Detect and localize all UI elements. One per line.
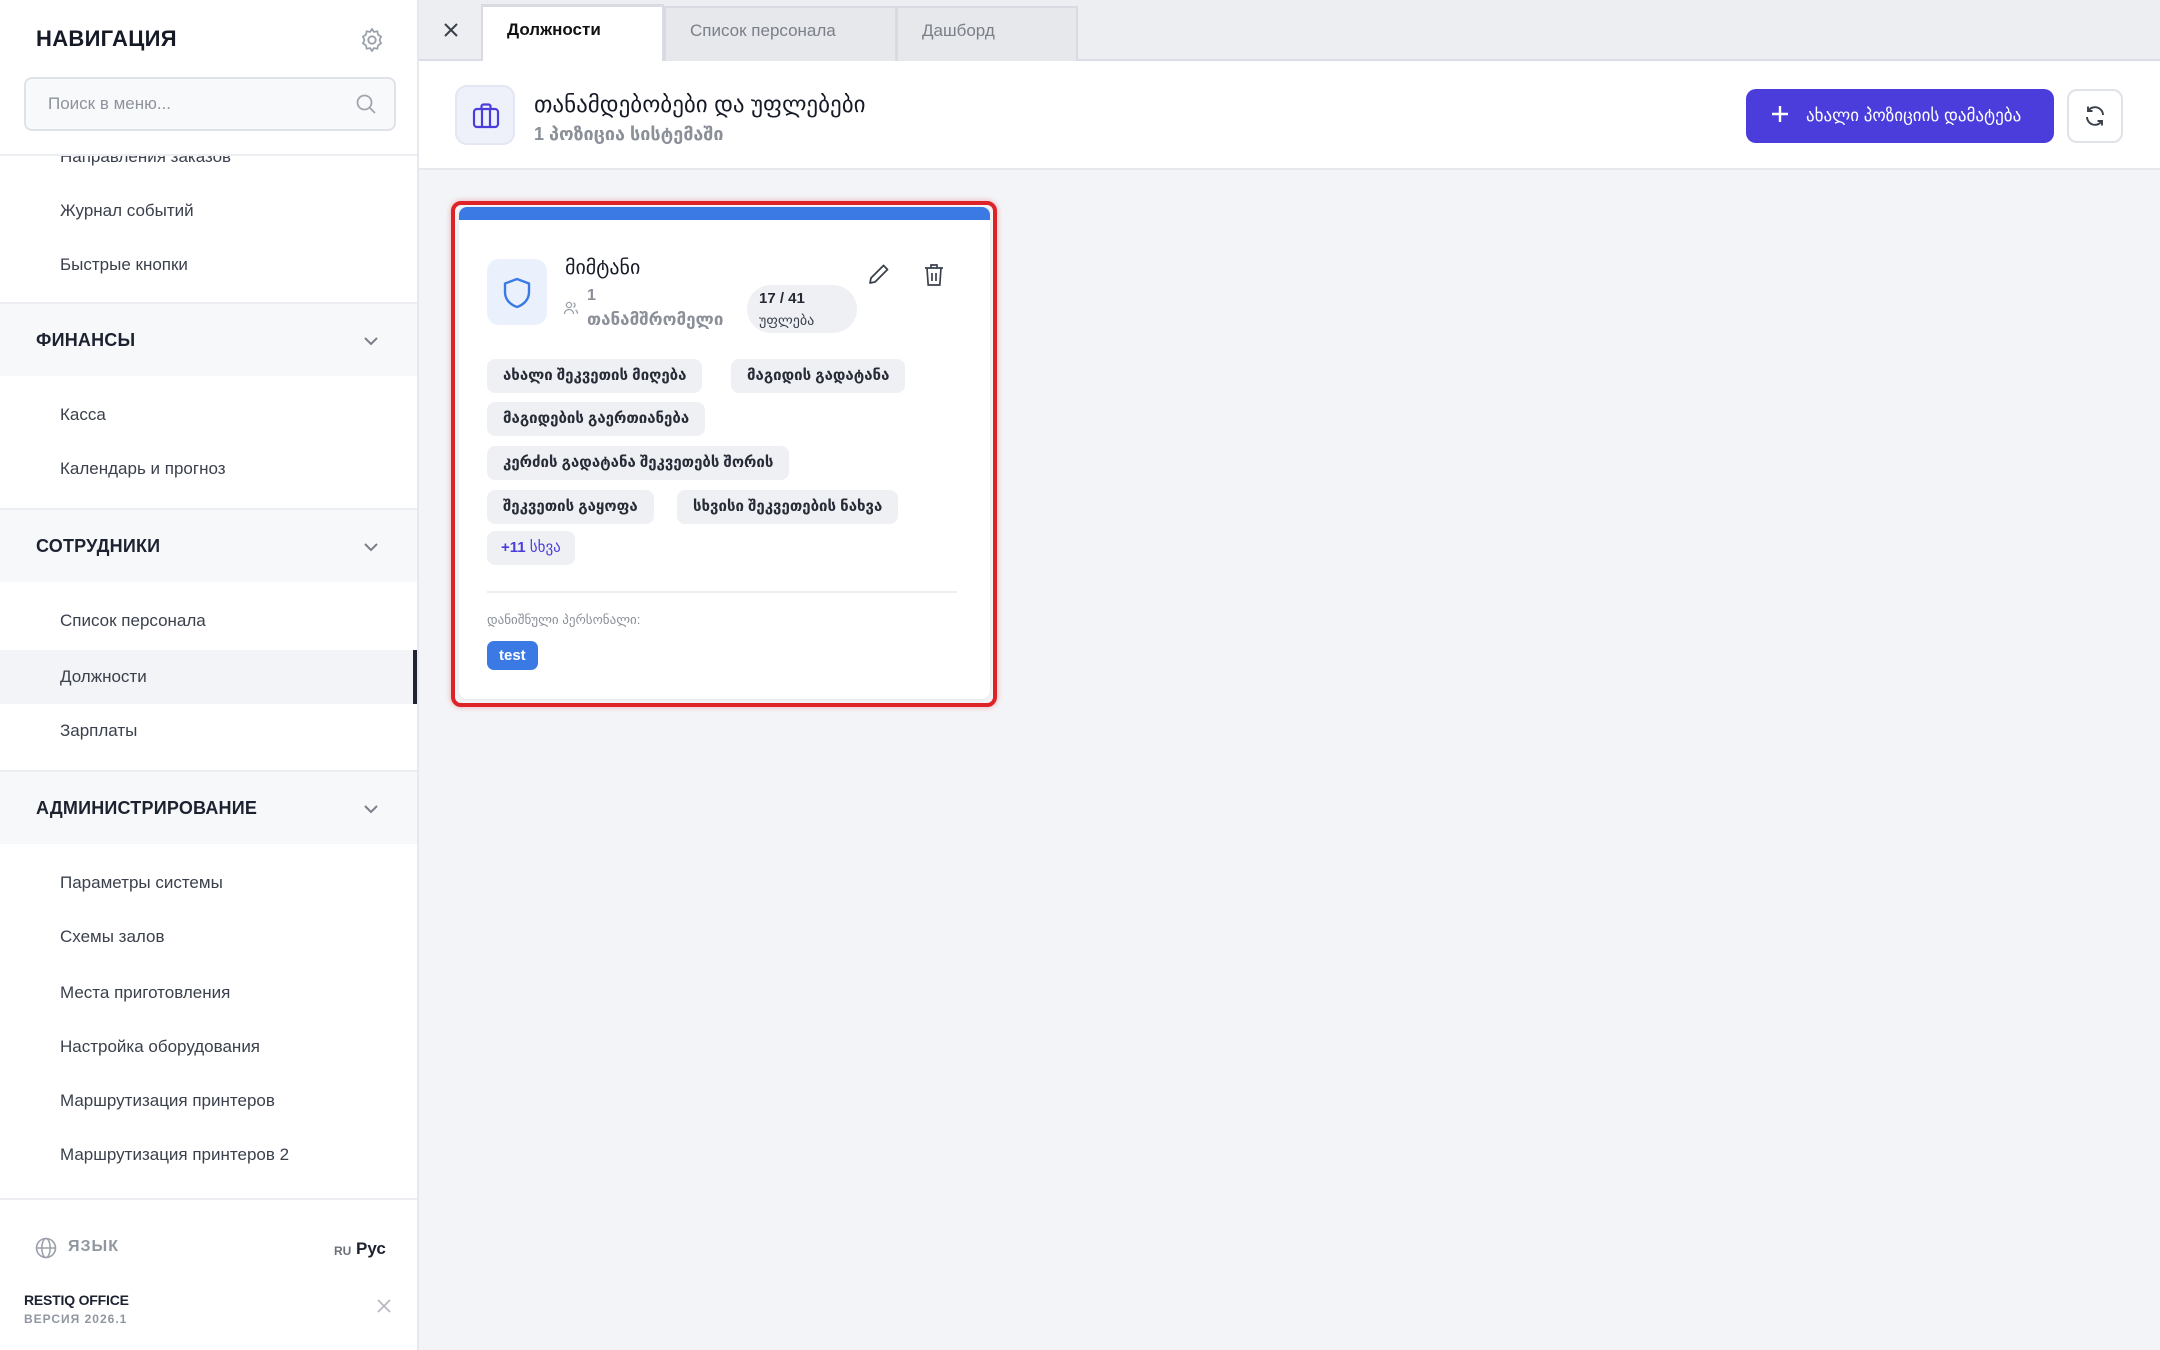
sidebar: Направления заказов Журнал событий Быстр…	[0, 0, 419, 1350]
sidebar-menu[interactable]: Направления заказов Журнал событий Быстр…	[0, 156, 417, 1198]
assigned-staff-label: დანიშნული პერსონალი:	[487, 612, 641, 627]
section-finance-label: ФИНАНСЫ	[36, 330, 136, 350]
sidebar-item-hall-schemes[interactable]: Схемы залов	[0, 910, 417, 964]
permission-chip: ახალი შეკვეთის მიღება	[487, 359, 703, 393]
brand-name: RESTIQ OFFICE	[24, 1292, 129, 1308]
refresh-icon	[2086, 106, 2104, 126]
plus-icon	[1772, 106, 1788, 122]
more-permissions-label: სხვა	[529, 539, 561, 556]
page-title: თანამდებობები და უფლებები	[534, 91, 866, 117]
employee-count: 1	[587, 287, 596, 304]
page-header: თანამდებობები და უფლებები 1 პოზიცია სისტ…	[419, 61, 2160, 170]
sidebar-item-staff-list[interactable]: Список персонала	[0, 594, 417, 648]
permission-chip: შეკვეთის გაყოფა	[487, 490, 654, 524]
search-icon	[356, 94, 376, 114]
tab-positions[interactable]: Должности	[481, 4, 664, 61]
version-label: ВЕРСИЯ 2026.1	[24, 1312, 128, 1326]
card-accent-bar	[459, 207, 990, 220]
sidebar-item-quick-buttons[interactable]: Быстрые кнопки	[0, 238, 417, 292]
add-position-label: ახალი პოზიციის დამატება	[1806, 106, 2022, 125]
position-card[interactable]: მიმტანი 1 თანამშრომელი 17 / 41 უფლება ახ…	[459, 207, 990, 699]
sidebar-footer: ЯЗЫК RU Рус RESTIQ OFFICE ВЕРСИЯ 2026.1	[0, 1198, 417, 1350]
globe-icon	[35, 1237, 57, 1259]
permissions-count: 17 / 41	[759, 290, 805, 307]
chevron-down-icon	[364, 805, 378, 814]
sidebar-header: НАВИГАЦИЯ	[0, 0, 417, 156]
section-administration[interactable]: АДМИНИСТРИРОВАНИЕ	[0, 770, 417, 844]
edit-icon[interactable]	[867, 262, 891, 286]
permission-chip: მაგიდების გაერთიანება	[487, 402, 706, 436]
chevron-down-icon	[364, 337, 378, 346]
close-icon[interactable]	[439, 18, 463, 42]
gear-icon[interactable]	[358, 26, 386, 54]
page-icon	[455, 85, 515, 145]
sidebar-item-event-log[interactable]: Журнал событий	[0, 184, 417, 238]
sidebar-item-equipment-setup[interactable]: Настройка оборудования	[0, 1020, 417, 1074]
sidebar-item-cooking-places[interactable]: Места приготовления	[0, 966, 417, 1020]
section-finance[interactable]: ФИНАНСЫ	[0, 302, 417, 376]
permissions-label: უფლება	[759, 312, 815, 328]
briefcase-icon	[472, 103, 500, 129]
language-label: ЯЗЫК	[68, 1238, 119, 1255]
permissions-badge: 17 / 41 უფლება	[747, 285, 857, 333]
sidebar-item-system-params[interactable]: Параметры системы	[0, 856, 417, 910]
more-permissions-count: +11	[501, 539, 526, 556]
sidebar-item-calendar-forecast[interactable]: Календарь и прогноз	[0, 442, 417, 496]
shield-icon	[503, 277, 531, 309]
section-administration-label: АДМИНИСТРИРОВАНИЕ	[36, 798, 258, 818]
sidebar-item-cash[interactable]: Касса	[0, 388, 417, 442]
users-icon	[563, 301, 579, 315]
card-divider	[487, 591, 957, 593]
section-employees[interactable]: СОТРУДНИКИ	[0, 508, 417, 582]
section-employees-label: СОТРУДНИКИ	[36, 536, 161, 556]
assigned-staff-badge: test	[487, 641, 538, 670]
tab-dashboard[interactable]: Дашборд	[896, 6, 1078, 61]
page-subtitle: 1 პოზიცია სისტემაში	[534, 124, 724, 144]
chevron-down-icon	[364, 543, 378, 552]
add-position-button[interactable]: ახალი პოზიციის დამატება	[1746, 89, 2054, 143]
language-code[interactable]: RU	[334, 1244, 351, 1258]
role-icon	[487, 259, 547, 325]
tab-staff-list[interactable]: Список персонала	[664, 6, 897, 61]
sidebar-item-order-directions[interactable]: Направления заказов	[0, 156, 417, 184]
refresh-button[interactable]	[2067, 89, 2123, 143]
sidebar-item-printer-routing-2[interactable]: Маршрутизация принтеров 2	[0, 1128, 417, 1182]
search-input[interactable]	[48, 79, 348, 129]
more-permissions-chip[interactable]: +11 სხვა	[487, 531, 575, 565]
permission-chip: მაგიდის გადატანა	[731, 359, 906, 393]
permission-chip: კერძის გადატანა შეკვეთებს შორის	[487, 446, 790, 480]
permission-chip: სხვისი შეკვეთების ნახვა	[677, 490, 899, 524]
close-icon[interactable]	[374, 1296, 394, 1316]
sidebar-title: НАВИГАЦИЯ	[36, 26, 177, 51]
language-selector[interactable]: Рус	[356, 1239, 386, 1259]
employee-count-label: თანამშრომელი	[587, 310, 724, 329]
trash-icon[interactable]	[922, 262, 946, 288]
sidebar-item-positions[interactable]: Должности	[0, 650, 417, 704]
menu-search[interactable]	[24, 77, 396, 131]
sidebar-item-salaries[interactable]: Зарплаты	[0, 704, 417, 758]
sidebar-item-printer-routing[interactable]: Маршрутизация принтеров	[0, 1074, 417, 1128]
position-name: მიმტანი	[565, 257, 641, 279]
tab-bar: Должности Список персонала Дашборд	[419, 0, 2160, 61]
